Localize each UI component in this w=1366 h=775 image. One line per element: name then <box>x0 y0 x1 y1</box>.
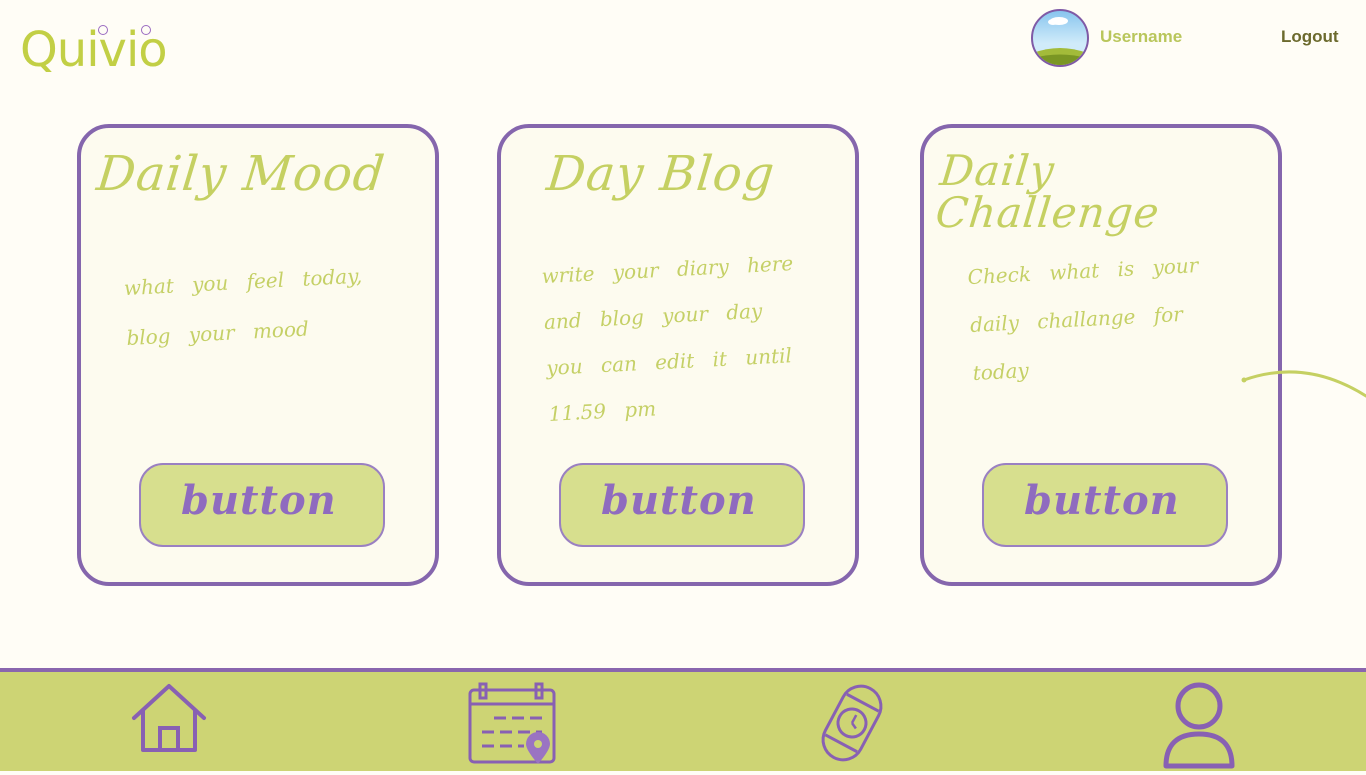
card-title: Daily Mood <box>94 146 388 202</box>
card-description: Check what is your daily challange for t… <box>967 253 1199 385</box>
card-day-blog: Day Blog write your diary here and blog … <box>497 124 859 586</box>
nav-watch[interactable] <box>814 682 890 769</box>
button-label: button <box>601 477 757 524</box>
watch-icon <box>821 684 883 762</box>
calendar-location-icon <box>468 682 556 764</box>
card-title: Daily Challenge <box>933 146 1163 237</box>
logo-dot-decoration <box>98 25 108 35</box>
card-description: what you feel today, blog your mood <box>123 263 363 351</box>
logo-dot-decoration <box>141 25 151 35</box>
card-description: write your diary here and blog your day … <box>540 250 794 426</box>
daily-mood-button[interactable]: button <box>139 463 385 547</box>
nav-calendar[interactable] <box>468 682 558 771</box>
card-daily-mood: Daily Mood what you feel today, blog you… <box>77 124 439 586</box>
logout-button[interactable]: Logout <box>1281 27 1339 47</box>
decorative-curve <box>1241 370 1366 398</box>
landscape-avatar-icon <box>1033 17 1087 65</box>
card-daily-challenge: Daily Challenge Check what is your daily… <box>920 124 1282 586</box>
home-icon <box>132 684 206 752</box>
nav-profile[interactable] <box>1162 680 1236 775</box>
avatar[interactable] <box>1031 9 1089 67</box>
username-label[interactable]: Username <box>1100 27 1182 47</box>
card-title: Day Blog <box>544 146 778 202</box>
user-icon <box>1163 682 1235 769</box>
bottom-navbar <box>0 668 1366 771</box>
daily-challenge-button[interactable]: button <box>982 463 1228 547</box>
button-label: button <box>1024 477 1180 524</box>
app-logo[interactable]: Quivio <box>20 25 168 74</box>
day-blog-button[interactable]: button <box>559 463 805 547</box>
nav-home[interactable] <box>130 682 208 759</box>
button-label: button <box>181 477 337 524</box>
